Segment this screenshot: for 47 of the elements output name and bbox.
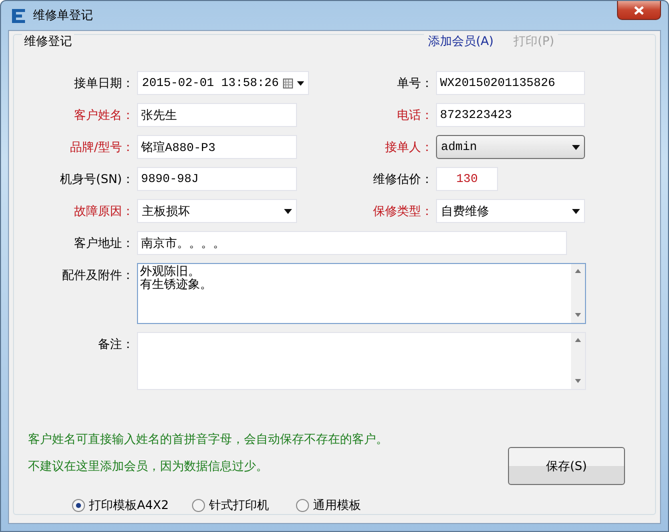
app-logo-icon [11,8,27,24]
date-picker[interactable]: 2015-02-01 13:58:26 [137,71,309,95]
radio-button[interactable] [72,499,85,512]
field-label: 接单人： [385,138,433,156]
radio-button[interactable] [296,499,309,512]
text-field[interactable]: WX20150201135826 [436,71,585,95]
dropdown[interactable]: admin [436,135,585,159]
field-label: 单号： [397,74,433,92]
dropdown[interactable]: 主板损坏 [137,199,297,223]
hint-text: 客户姓名可直接输入姓名的首拼音字母，会自动保存不存在的客户。 [28,431,389,448]
text-field[interactable]: 张先生 [137,103,297,127]
link[interactable]: 添加会员(A) [428,33,494,50]
close-button[interactable] [617,1,661,20]
group-title: 维修登记 [22,33,74,50]
hint-text: 不建议在这里添加会员，因为数据信息过少。 [28,458,269,475]
field-label: 电话： [397,106,433,124]
text-field[interactable]: 铭瑄A880-P3 [137,135,297,159]
caret-icon [284,208,292,214]
caret-icon [572,144,580,150]
radio-button[interactable] [192,499,205,512]
field-label: 客户地址： [74,234,134,252]
radio-label[interactable]: 通用模板 [313,497,361,514]
field-label: 配件及附件： [62,267,134,284]
radio-label[interactable]: 打印模板A4X2 [89,497,169,514]
caret-icon [572,208,580,214]
calendar-icon [282,78,293,88]
field-label: 故障原因： [74,202,134,220]
field-label: 机身号(SN)： [60,170,134,188]
dropdown[interactable]: 自费维修 [436,199,585,223]
scrollbar[interactable] [571,333,585,389]
field-label: 维修估价： [373,170,433,188]
save-button[interactable]: 保存(S) [508,447,625,485]
address-field[interactable]: 南京市。。。。 [137,231,567,255]
field-label: 客户姓名： [74,106,134,124]
radio-label[interactable]: 针式打印机 [209,497,269,514]
field-label: 备注： [98,336,134,353]
price-field[interactable]: 130 [436,167,498,191]
caret-icon [296,80,304,86]
text-area[interactable]: 外观陈旧。 有生锈迹象。 [137,263,586,324]
text-field[interactable]: 9890-98J [137,167,297,191]
field-label: 保修类型： [373,202,433,220]
window-title: 维修单登记 [33,7,93,24]
close-icon [634,6,644,14]
field-label: 接单日期： [74,74,134,92]
field-label: 品牌/型号： [70,138,134,156]
scrollbar[interactable] [571,264,585,323]
text-field[interactable]: 8723223423 [436,103,585,127]
